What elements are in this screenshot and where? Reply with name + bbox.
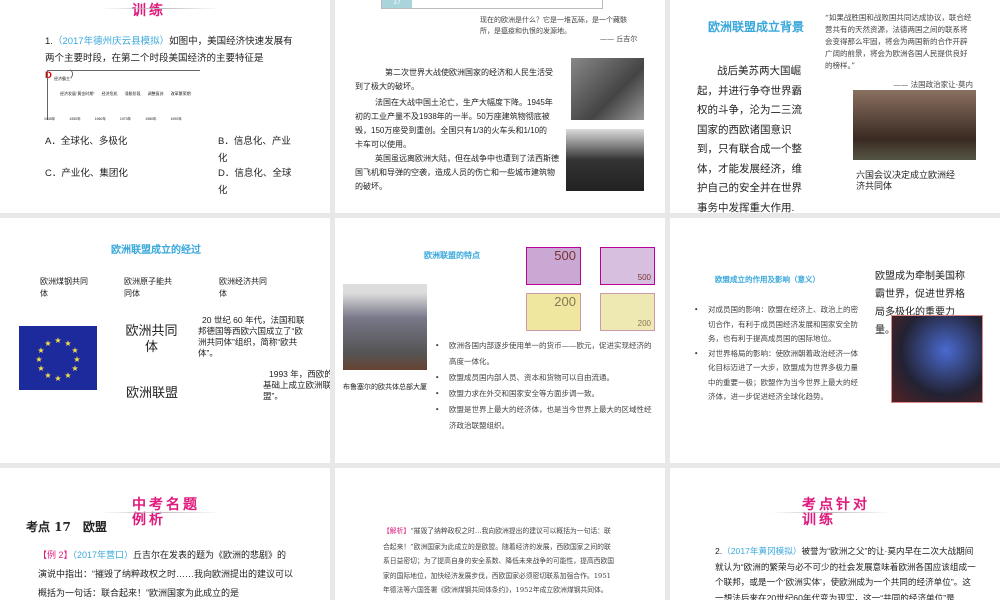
slide-title: 欧洲联盟成立背景	[708, 20, 805, 34]
ruins-photo	[571, 58, 644, 120]
list-item: 对成员国的影响：欧盟在经济上、政治上的密切合作，有利于成员国经济发展和国家安全防…	[694, 303, 859, 347]
paragraph: 英国虽远离欧洲大陆，但在战争中也遭到了法西斯德国飞机和导弹的空袭，造成人员的伤亡…	[355, 154, 559, 191]
diagram-label: 经济霸主	[54, 76, 70, 81]
eu-label: 欧洲联盟	[126, 385, 179, 400]
org-coal-steel: 欧洲煤钢共同体	[40, 277, 88, 298]
question-source: （2017年黄冈模拟）	[722, 546, 802, 556]
table-cell: 17	[382, 0, 412, 8]
list-item: 欧洲各国内部逐步使用单一的货币——欧元，促进实现经济的高度一体化。	[435, 338, 655, 370]
slide-title: 欧洲联盟的特点	[424, 251, 480, 260]
paragraph: 第二次世界大战使欧洲国家的经济和人民生活受到了极大的破坏。	[355, 68, 553, 91]
timeline-diagram: 经济霸主 经济发展“黄金时期” 经济危机 滞胀阶段 调整复苏 改革繁荣期 1945年 19…	[44, 70, 200, 121]
option-b: B．信息化、产业化	[218, 136, 291, 164]
svg-text:★: ★	[35, 355, 42, 364]
euro-500-back: 500	[600, 247, 655, 285]
paragraph: 法国在大战中国土沦亡，生产大幅度下降。1945年初的工业产量不及1938年的一半…	[355, 98, 553, 149]
header-decoration	[100, 8, 220, 9]
table-header: 17	[381, 0, 603, 9]
photo-caption: 布鲁塞尔的欧共体总部大厦	[343, 384, 427, 391]
slide-3-background[interactable]: 欧洲联盟成立背景 战后美苏两大国崛起，并进行争夺世界霸权的斗争，沦为二三流国家的…	[670, 0, 1000, 213]
diagram-step: 调整复苏	[147, 91, 164, 96]
ec-label: 欧洲共同体	[125, 323, 178, 354]
org-economic: 欧洲经济共同体	[219, 277, 267, 298]
slide-6-significance[interactable]: 欧盟成立的作用及影响（意义） 对成员国的影响：欧盟在经济上、政治上的密切合作，有…	[670, 218, 1000, 463]
analysis-text: 【解析】“摧毁了纳粹政权之时…我向欧洲提出的建议可以概括为一句话：联合起来！”欧…	[383, 524, 615, 600]
list-item: 欧盟是世界上最大的经济体，也是当今世界上最大的区域性经济政治联盟组织。	[435, 402, 655, 434]
header-decoration	[100, 512, 220, 513]
year-tick: 1980年	[145, 117, 157, 121]
org-atomic: 欧洲原子能共同体	[124, 277, 172, 298]
question-number: 1.	[45, 36, 53, 47]
ec-description: 20 世纪 60 年代，法国和联邦德国等西欧六国成立了“欧洲共同体”组织，简称“…	[198, 315, 305, 358]
svg-text:★: ★	[71, 346, 78, 355]
quote-author: —— 丘吉尔	[600, 35, 638, 43]
slide-9-exercise[interactable]: 考点针对 训练 2.（2017年黄冈模拟）被誉为“欧洲之父”的让·莫内早在二次大…	[670, 468, 1000, 600]
slide-8-analysis[interactable]: 【解析】“摧毁了纳粹政权之时…我向欧洲提出的建议可以概括为一句话：联合起来！”欧…	[335, 468, 665, 600]
example-source: （2017年营口）	[72, 550, 134, 560]
monnet-quote: “如果战胜国和战败国共同达成协议，联合经营共有的天然资源，法德两国之间的联系将会…	[825, 13, 972, 70]
svg-text:★: ★	[64, 371, 71, 380]
svg-text:★: ★	[44, 339, 51, 348]
slide-4-process[interactable]: 欧洲联盟成立的经过 欧洲煤钢共同体 欧洲原子能共同体 欧洲经济共同体 ★ ★ ★ ★ ★…	[0, 218, 330, 463]
slide-title: 欧洲联盟成立的经过	[111, 245, 201, 256]
svg-text:★: ★	[37, 364, 44, 373]
option-a: A．全球化、多极化	[45, 136, 128, 147]
year-tick: 1950年	[69, 117, 81, 121]
feature-list: 欧洲各国内部逐步使用单一的货币——欧元，促进实现经济的高度一体化。 欧盟成员国内…	[435, 338, 655, 434]
photo-caption: 六国会议决定成立欧洲经济共同体	[856, 170, 956, 191]
diagram-step: 滞胀阶段	[124, 91, 141, 96]
option-c: C．产业化、集团化	[45, 168, 128, 179]
slide-title: 欧盟成立的作用及影响（意义）	[715, 275, 820, 284]
year-tick: 1945年	[44, 117, 56, 121]
question-source: （2017年德州庆云县模拟）	[52, 36, 170, 47]
svg-text:★: ★	[71, 364, 78, 373]
euro-200-back: 200	[600, 293, 655, 331]
diagram-step: 经济危机	[101, 91, 118, 96]
year-tick: 1970年	[119, 117, 132, 121]
example-tag: 【例 2】	[38, 550, 73, 560]
eu-flag: ★ ★ ★ ★ ★ ★ ★ ★ ★ ★ ★ ★	[19, 326, 97, 390]
eu-flags-crowd-photo	[891, 315, 983, 403]
slide-header: 训练	[132, 3, 166, 19]
svg-text:★: ★	[73, 355, 80, 364]
eu-description: 1993 年，西欧的基础上成立欧洲联盟”。	[263, 369, 330, 401]
year-tick: 1960年	[94, 117, 106, 121]
euro-200-front: 200	[526, 293, 581, 331]
list-item: 对世界格局的影响：使欧洲朝着政治经济一体化目标迈进了一大步，欧盟成为世界多极力量…	[694, 347, 859, 405]
slide-5-features[interactable]: 欧洲联盟的特点 布鲁塞尔的欧共体总部大厦 500 500 200 200 欧洲各…	[335, 218, 665, 463]
slide-2-postwar[interactable]: 17 现在的欧洲是什么？它是一堆瓦砾，是一个藏骸所，是瘟疫和仇恨的发源地。 ——…	[335, 0, 665, 213]
list-item: 欧盟力求在外交和国家安全等方面步调一致。	[435, 386, 655, 402]
question-text: 2.（2017年黄冈模拟）被誉为“欧洲之父”的让·莫内早在二次大战期间就认为“欧…	[715, 544, 977, 600]
ruins-photo	[566, 129, 644, 191]
option-d: D．信息化、全球化	[218, 168, 292, 196]
analysis-body: “摧毁了纳粹政权之时…我向欧洲提出的建议可以概括为一句话：联合起来！”欧洲国家为…	[383, 527, 615, 594]
svg-text:★: ★	[54, 374, 61, 383]
topic-heading: 考点 17 欧盟	[26, 520, 107, 534]
conference-photo	[853, 90, 976, 160]
star-circle-icon: ★ ★★★★★★★★★★★	[35, 336, 80, 383]
slide-7-example[interactable]: 中考名题 例析 考点 17 欧盟 【例 2】（2017年营口）丘吉尔在发表的题为…	[0, 468, 330, 600]
list-item: 欧盟成员国内部人员、资本和货物可以自由流通。	[435, 370, 655, 386]
brussels-building-photo	[343, 284, 427, 370]
example-text: 【例 2】（2017年营口）丘吉尔在发表的题为《欧洲的悲剧》的演说中指出：“摧毁…	[38, 546, 293, 600]
header-decoration	[770, 512, 890, 513]
svg-text:★: ★	[54, 336, 61, 345]
diagram-step: 经济发展“黄金时期”	[60, 91, 95, 96]
svg-text:★: ★	[44, 371, 51, 380]
analysis-tag: 【解析】	[383, 528, 411, 535]
euro-500-front: 500	[526, 247, 581, 285]
body-text: 战后美苏两大国崛起，并进行争夺世界霸权的斗争，沦为二三流国家的西欧诸国意识到，只…	[697, 65, 802, 213]
diagram-step: 改革繁荣期	[170, 91, 191, 96]
slide-1-exercise[interactable]: 训练 1.（2017年德州庆云县模拟）如图中，美国经济快速发展有两个主要时段，在…	[0, 0, 330, 213]
significance-list: 对成员国的影响：欧盟在经济上、政治上的密切合作，有利于成员国经济发展和国家安全防…	[694, 303, 859, 405]
year-tick: 1990年	[170, 117, 182, 121]
